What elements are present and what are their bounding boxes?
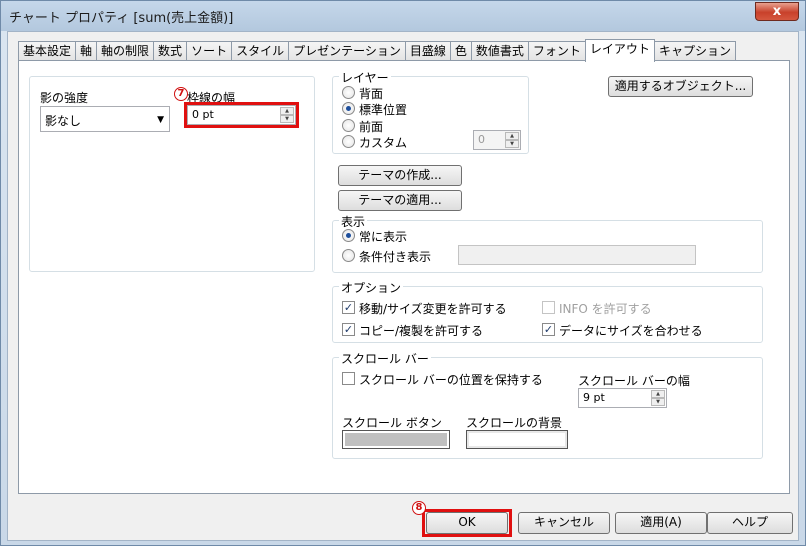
tab-caption[interactable]: キャプション [653, 41, 736, 61]
step-marker-7: 7 [174, 87, 188, 101]
display-always-label: 常に表示 [359, 230, 408, 244]
layer-custom-label: カスタム [359, 136, 408, 150]
tab-general[interactable]: 基本設定 [18, 41, 77, 61]
layer-back-radio[interactable] [342, 86, 355, 99]
layer-normal-label: 標準位置 [359, 103, 408, 117]
apply-button[interactable]: 適用(A) [615, 512, 707, 534]
scrollbar-width-label: スクロール バーの幅 [578, 374, 690, 388]
tab-number-format[interactable]: 数値書式 [470, 41, 529, 61]
scrollbar-width-value: 9 pt [583, 391, 605, 404]
allow-info-label: INFO を許可する [559, 302, 652, 316]
layer-custom-radio[interactable] [342, 135, 355, 148]
apply-theme-button[interactable]: テーマの適用... [338, 190, 462, 211]
allow-move-checkbox[interactable]: ✓ [342, 301, 355, 314]
spin-down-icon[interactable]: ▼ [505, 140, 519, 148]
shadow-border-group: 影の強度 影なし ▼ 枠線の幅 7 0 pt ▲ ▼ [29, 76, 315, 272]
scroll-background-color-label: スクロールの背景 [466, 416, 563, 430]
layout-tab-panel: 影の強度 影なし ▼ 枠線の幅 7 0 pt ▲ ▼ レイヤー 背面 標準位置 … [18, 60, 790, 494]
scroll-background-color-swatch[interactable] [466, 430, 568, 449]
options-group: オプション ✓ 移動/サイズ変更を許可する INFO を許可する ✓ コピー/複… [332, 279, 763, 343]
display-conditional-radio[interactable] [342, 249, 355, 262]
spin-up-icon[interactable]: ▲ [651, 390, 665, 398]
condition-expression-input[interactable] [458, 245, 696, 265]
display-always-radio[interactable] [342, 229, 355, 242]
layer-group-title: レイヤー [339, 69, 391, 86]
tab-colors[interactable]: 色 [449, 41, 472, 61]
scrollbar-group: スクロール バー スクロール バーの位置を保持する スクロール バーの幅 9 p… [332, 350, 763, 459]
tab-sort[interactable]: ソート [186, 41, 233, 61]
tab-gridlines[interactable]: 目盛線 [404, 41, 451, 61]
spin-down-icon[interactable]: ▼ [651, 398, 665, 406]
display-group: 表示 常に表示 条件付き表示 [332, 213, 763, 273]
tab-font[interactable]: フォント [527, 41, 586, 61]
allow-info-checkbox[interactable] [542, 301, 555, 314]
layer-normal-radio[interactable] [342, 102, 355, 115]
layer-custom-value: 0 [478, 133, 485, 146]
allow-copy-label: コピー/複製を許可する [359, 324, 484, 338]
dialog-client-area: 基本設定 軸 軸の制限 数式 ソート スタイル プレゼンテーション 目盛線 色 … [7, 31, 799, 541]
cancel-button[interactable]: キャンセル [518, 512, 610, 534]
fit-size-label: データにサイズを合わせる [559, 324, 703, 338]
tab-expressions[interactable]: 数式 [153, 41, 188, 61]
layer-group: レイヤー 背面 標準位置 前面 カスタム 0 ▲ ▼ [332, 69, 529, 154]
scrollbar-group-title: スクロール バー [339, 350, 431, 367]
border-width-highlight [184, 102, 299, 128]
layer-front-radio[interactable] [342, 119, 355, 132]
display-conditional-label: 条件付き表示 [359, 250, 432, 264]
chevron-down-icon: ▼ [157, 115, 164, 125]
tab-layout[interactable]: レイアウト [584, 39, 655, 62]
layer-front-label: 前面 [359, 120, 384, 134]
keep-scroll-position-label: スクロール バーの位置を保持する [359, 373, 543, 387]
shadow-intensity-select[interactable]: 影なし ▼ [40, 106, 170, 132]
title-bar[interactable]: チャート プロパティ [sum(売上金額)] x [1, 1, 805, 31]
allow-move-label: 移動/サイズ変更を許可する [359, 302, 507, 316]
window-title: チャート プロパティ [sum(売上金額)] [9, 11, 234, 26]
allow-copy-checkbox[interactable]: ✓ [342, 323, 355, 336]
options-group-title: オプション [339, 279, 404, 296]
shadow-intensity-label: 影の強度 [40, 91, 89, 105]
scroll-button-color-label: スクロール ボタン [342, 416, 442, 430]
apply-object-button[interactable]: 適用するオブジェクト... [608, 76, 753, 97]
tab-strip: 基本設定 軸 軸の制限 数式 ソート スタイル プレゼンテーション 目盛線 色 … [18, 39, 736, 62]
tab-axis[interactable]: 軸 [75, 41, 98, 61]
tab-style[interactable]: スタイル [231, 41, 290, 61]
keep-scroll-position-checkbox[interactable] [342, 372, 355, 385]
layer-back-label: 背面 [359, 87, 384, 101]
help-button[interactable]: ヘルプ [707, 512, 793, 534]
close-button[interactable]: x [755, 2, 799, 21]
tab-axis-limits[interactable]: 軸の制限 [96, 41, 155, 61]
tab-presentation[interactable]: プレゼンテーション [288, 41, 406, 61]
step-marker-8: 8 [412, 501, 426, 515]
spin-up-icon[interactable]: ▲ [505, 132, 519, 140]
chart-properties-window: チャート プロパティ [sum(売上金額)] x 基本設定 軸 軸の制限 数式 … [0, 0, 806, 546]
scroll-button-color-swatch[interactable] [342, 430, 450, 449]
fit-size-checkbox[interactable]: ✓ [542, 323, 555, 336]
layer-custom-stepper[interactable]: 0 ▲ ▼ [473, 130, 521, 150]
scrollbar-width-stepper[interactable]: 9 pt ▲ ▼ [578, 388, 667, 408]
ok-button-highlight [422, 509, 512, 537]
create-theme-button[interactable]: テーマの作成... [338, 165, 462, 186]
shadow-intensity-value: 影なし [45, 114, 82, 128]
